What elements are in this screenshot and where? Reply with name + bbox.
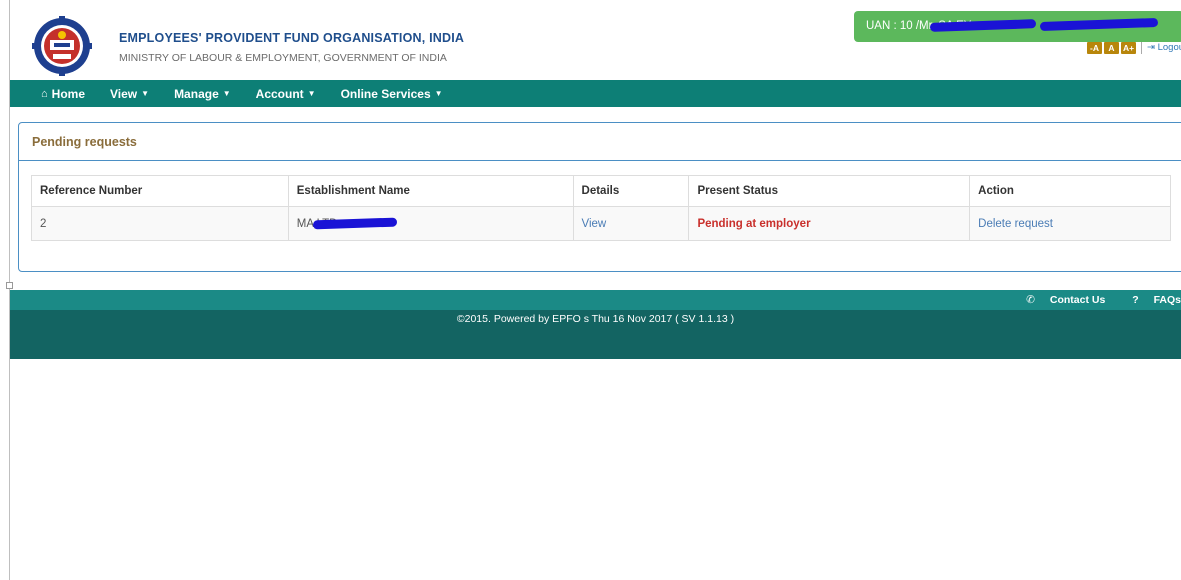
column-header-reference: Reference Number: [31, 175, 289, 207]
column-header-details: Details: [572, 175, 690, 207]
cell-establishment: MA LTD: [287, 206, 574, 241]
footer: ©2015. Powered by EPFO s Thu 16 Nov 2017…: [10, 310, 1181, 359]
table-header-row: Reference Number Establishment Name Deta…: [31, 175, 1171, 207]
phone-icon: ✆: [1026, 294, 1035, 306]
footer-links: ✆ Contact Us ? FAQs: [1002, 290, 1181, 310]
caret-down-icon: ▼: [307, 89, 316, 98]
org-subtitle: MINISTRY OF LABOUR & EMPLOYMENT, GOVERNM…: [119, 52, 447, 64]
nav-home[interactable]: ⌂ Home: [41, 87, 85, 101]
delete-request-link[interactable]: Delete request: [978, 218, 1053, 230]
font-size-controls: -A A A+: [1087, 42, 1136, 54]
logout-link[interactable]: ⇥ Logout: [1141, 42, 1181, 54]
nav-account-label: Account: [255, 86, 304, 101]
font-decrease-button[interactable]: -A: [1087, 42, 1102, 54]
nav-view-label: View: [110, 86, 138, 101]
cell-details: View: [572, 206, 690, 241]
main-navbar: ⌂ Home View ▼ Manage ▼ Account ▼ Online …: [10, 80, 1181, 107]
panel-title: Pending requests: [19, 123, 1181, 161]
footer-links-bar: ✆ Contact Us ? FAQs: [10, 290, 1181, 310]
pending-requests-panel: Pending requests Reference Number Establ…: [18, 122, 1181, 272]
font-increase-button[interactable]: A+: [1121, 42, 1136, 54]
cell-status: Pending at employer: [688, 206, 971, 241]
sign-out-icon: ⇥: [1147, 42, 1155, 53]
contact-us-label: Contact Us: [1049, 294, 1106, 306]
nav-manage-label: Manage: [174, 86, 219, 101]
nav-manage[interactable]: Manage ▼: [174, 87, 231, 101]
caret-down-icon: ▼: [222, 89, 231, 98]
caret-down-icon: ▼: [434, 89, 443, 98]
contact-us-link[interactable]: ✆ Contact Us: [1014, 294, 1108, 306]
redaction-mark: [312, 217, 397, 230]
caret-down-icon: ▼: [141, 89, 150, 98]
faq-label: FAQs: [1153, 294, 1181, 306]
copyright-text: ©2015. Powered by EPFO s Thu 16 Nov 2017…: [456, 313, 735, 325]
nav-account[interactable]: Account ▼: [256, 87, 316, 101]
column-header-establishment: Establishment Name: [287, 175, 574, 207]
site-header: EMPLOYEES' PROVIDENT FUND ORGANISATION, …: [10, 10, 1181, 80]
epfo-emblem-icon[interactable]: [32, 16, 92, 76]
question-icon: ?: [1132, 294, 1139, 306]
cell-action: Delete request: [969, 206, 1171, 241]
logout-label: Logout: [1157, 42, 1181, 53]
org-title: EMPLOYEES' PROVIDENT FUND ORGANISATION, …: [119, 31, 465, 45]
view-details-link[interactable]: View: [582, 218, 607, 230]
cell-reference: 2: [31, 206, 289, 241]
column-header-status: Present Status: [688, 175, 971, 207]
home-icon: ⌂: [41, 87, 48, 100]
nav-online-services[interactable]: Online Services ▼: [341, 87, 443, 101]
table-row: 2 MA LTD View Pending at employer Delete…: [31, 206, 1171, 241]
resize-handle: [6, 282, 13, 289]
column-header-action: Action: [969, 175, 1171, 207]
status-badge: Pending at employer: [697, 217, 811, 230]
nav-online-services-label: Online Services: [340, 86, 431, 101]
pending-requests-table: Reference Number Establishment Name Deta…: [31, 175, 1171, 241]
faq-link[interactable]: ? FAQs: [1120, 294, 1181, 306]
nav-view[interactable]: View ▼: [110, 87, 149, 101]
nav-home-label: Home: [51, 86, 85, 101]
font-normal-button[interactable]: A: [1104, 42, 1119, 54]
